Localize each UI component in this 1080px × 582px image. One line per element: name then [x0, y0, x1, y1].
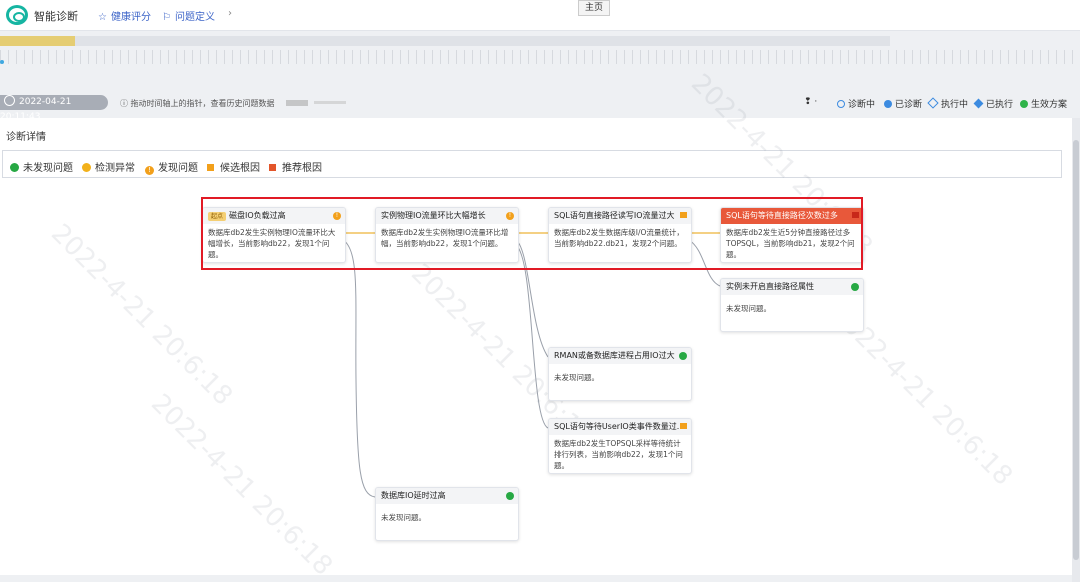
card-header: RMAN或备数据库进程占用IO过大	[549, 348, 691, 364]
diagnosis-card-userio-wait[interactable]: SQL语句等待UserIO类事件数量过... 数据库db2发生TOPSQL采样等…	[548, 418, 692, 474]
card-body: 未发现问题。	[554, 373, 599, 382]
card-title: 数据库IO延时过高	[381, 491, 446, 500]
diagram-links	[342, 232, 721, 498]
card-title: SQL语句等待UserIO类事件数量过...	[554, 422, 685, 431]
diagnosis-card-rman[interactable]: RMAN或备数据库进程占用IO过大 未发现问题。	[548, 347, 692, 401]
highlight-box	[201, 197, 863, 270]
green-circle-icon	[506, 492, 514, 500]
green-circle-icon	[679, 352, 687, 360]
card-header: 数据库IO延时过高	[376, 488, 518, 504]
scrollbar-thumb[interactable]	[1073, 140, 1079, 560]
card-header: 实例未开启直接路径属性	[721, 279, 863, 295]
card-title: 实例未开启直接路径属性	[726, 282, 814, 291]
card-body: 未发现问题。	[381, 513, 426, 522]
diagnosis-card-instance-direct-path-attr[interactable]: 实例未开启直接路径属性 未发现问题。	[720, 278, 864, 332]
card-title: RMAN或备数据库进程占用IO过大	[554, 351, 675, 360]
orange-flag-icon	[680, 423, 687, 429]
card-body: 数据库db2发生TOPSQL采样等待统计排行列表，当前影响db22，发现1个问题…	[554, 439, 683, 470]
card-header: SQL语句等待UserIO类事件数量过...	[549, 419, 691, 435]
green-circle-icon	[851, 283, 859, 291]
diagnosis-card-io-latency[interactable]: 数据库IO延时过高 未发现问题。	[375, 487, 519, 541]
card-body: 未发现问题。	[726, 304, 771, 313]
bottom-strip	[0, 575, 1072, 582]
